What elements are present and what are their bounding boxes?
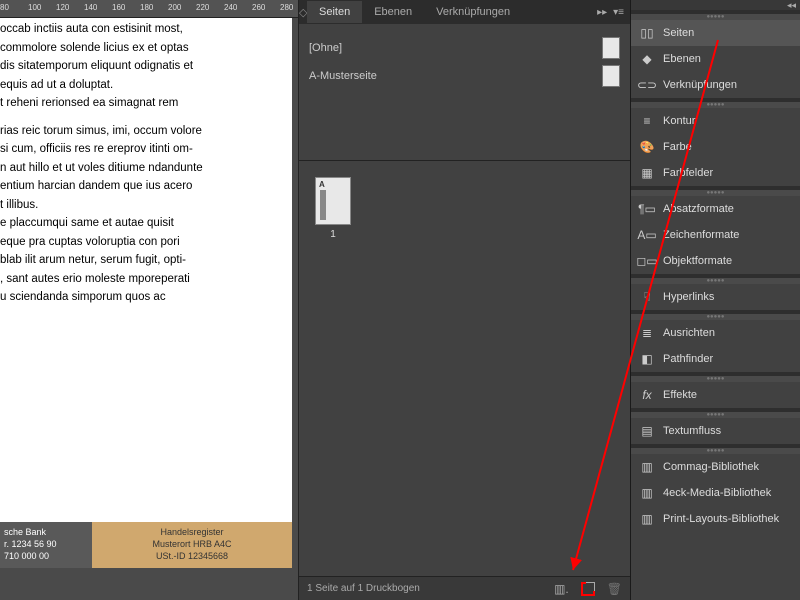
- master-none[interactable]: [Ohne]: [309, 34, 620, 62]
- pages-section: A 1: [299, 161, 630, 256]
- master-thumb: [602, 37, 620, 59]
- dock-item-label: Kontur: [663, 115, 695, 127]
- wrap-icon: ▤: [639, 423, 655, 439]
- dock-farbe[interactable]: 🎨 Farbe: [631, 134, 800, 160]
- obj-icon: ◻▭: [639, 253, 655, 269]
- page-number-label: 1: [315, 229, 351, 240]
- lib-icon: ▥: [639, 485, 655, 501]
- dock-objekt[interactable]: ◻▭ Objektformate: [631, 248, 800, 274]
- master-thumb: [602, 65, 620, 87]
- page-thumbnail[interactable]: A: [315, 177, 351, 225]
- dock-4eck[interactable]: ▥ 4eck-Media-Bibliothek: [631, 480, 800, 506]
- dock-item-label: Objektformate: [663, 255, 732, 267]
- dock-farbfelder[interactable]: ▦ Farbfelder: [631, 160, 800, 186]
- panel-tab-cycle-icon[interactable]: ◇: [299, 6, 307, 19]
- dock-item-label: Textumfluss: [663, 425, 721, 437]
- tab-ebenen[interactable]: Ebenen: [362, 1, 424, 23]
- status-text: 1 Seite auf 1 Druckbogen: [307, 583, 420, 594]
- master-pages-section: [Ohne] A-Musterseite: [299, 24, 630, 100]
- dock-print[interactable]: ▥ Print-Layouts-Bibliothek: [631, 506, 800, 532]
- lib-icon: ▥: [639, 511, 655, 527]
- body-text[interactable]: t illibus.: [0, 198, 286, 214]
- page-footer: sche Bankr. 1234 56 90710 000 00 Handels…: [0, 522, 292, 568]
- dock-item-label: Ausrichten: [663, 327, 715, 339]
- char-icon: A▭: [639, 227, 655, 243]
- swatch-icon: ▦: [639, 165, 655, 181]
- layers-icon: ◆: [639, 51, 655, 67]
- master-a[interactable]: A-Musterseite: [309, 62, 620, 90]
- body-text[interactable]: dis sitatemporum eliquunt odignatis et: [0, 59, 286, 75]
- document-page[interactable]: occab inctiis auta con estisinit most, co…: [0, 18, 292, 568]
- dock-item-label: Verknüpfungen: [663, 79, 737, 91]
- stroke-icon: ≡: [639, 113, 655, 129]
- body-text[interactable]: n aut hillo et ut voles ditiume ndandunt…: [0, 161, 286, 177]
- dock-collapse-icon[interactable]: ◂◂: [631, 0, 800, 10]
- body-text[interactable]: equis ad ut a doluptat.: [0, 78, 286, 94]
- fx-icon: fx: [639, 387, 655, 403]
- new-page-icon[interactable]: [581, 582, 595, 596]
- dock-zeichen[interactable]: A▭ Zeichenformate: [631, 222, 800, 248]
- dock-kontur[interactable]: ≡ Kontur: [631, 108, 800, 134]
- dock-seiten[interactable]: ▯▯ Seiten: [631, 20, 800, 46]
- dock-ebenen[interactable]: ◆ Ebenen: [631, 46, 800, 72]
- dock-item-label: Print-Layouts-Bibliothek: [663, 513, 779, 525]
- pages-icon: ▯▯: [639, 25, 655, 41]
- delete-page-icon[interactable]: 🗑: [607, 582, 622, 596]
- hyper-icon: ☟: [639, 289, 655, 305]
- tab-seiten[interactable]: Seiten: [307, 1, 362, 23]
- body-text[interactable]: e placcumqui same et autae quisit: [0, 216, 286, 232]
- body-text[interactable]: blab ilit arum netur, serum fugit, opti-: [0, 253, 286, 269]
- dock-item-label: Commag-Bibliothek: [663, 461, 759, 473]
- dock-item-label: Ebenen: [663, 53, 701, 65]
- body-text[interactable]: t reheni rerionsed ea simagnat rem: [0, 96, 286, 112]
- color-icon: 🎨: [639, 139, 655, 155]
- right-dock: ◂◂ ●●●●●▯▯Seiten◆Ebenen⊂⊃Verknüpfungen●●…: [630, 0, 800, 600]
- horizontal-ruler: 80100120140160180200220240260280: [0, 0, 298, 18]
- dock-item-label: Effekte: [663, 389, 697, 401]
- panel-tabs: ◇ SeitenEbenenVerknüpfungen ▸▸ ▾≡: [299, 0, 630, 24]
- dock-absatz[interactable]: ¶▭ Absatzformate: [631, 196, 800, 222]
- dock-item-label: 4eck-Media-Bibliothek: [663, 487, 771, 499]
- body-text[interactable]: entium harcian dandem que ius acero: [0, 179, 286, 195]
- dock-verkn[interactable]: ⊂⊃ Verknüpfungen: [631, 72, 800, 98]
- dock-item-label: Farbe: [663, 141, 692, 153]
- body-text[interactable]: , sant autes erio moleste mporeperati: [0, 272, 286, 288]
- dock-item-label: Seiten: [663, 27, 694, 39]
- dock-commag[interactable]: ▥ Commag-Bibliothek: [631, 454, 800, 480]
- para-icon: ¶▭: [639, 201, 655, 217]
- body-text[interactable]: eque pra cuptas voloruptia con pori: [0, 235, 286, 251]
- dock-item-label: Hyperlinks: [663, 291, 714, 303]
- tab-verknüpfungen[interactable]: Verknüpfungen: [424, 1, 522, 23]
- body-text[interactable]: rias reic torum simus, imi, occum volore: [0, 124, 286, 140]
- panel-menu-icon[interactable]: ▾≡: [613, 7, 624, 18]
- align-icon: ≣: [639, 325, 655, 341]
- body-text[interactable]: occab inctiis auta con estisinit most,: [0, 22, 286, 38]
- dock-txt[interactable]: ▤ Textumfluss: [631, 418, 800, 444]
- dock-item-label: Pathfinder: [663, 353, 713, 365]
- dock-item-label: Zeichenformate: [663, 229, 739, 241]
- dock-item-label: Absatzformate: [663, 203, 734, 215]
- dock-hyper[interactable]: ☟ Hyperlinks: [631, 284, 800, 310]
- dock-ausr[interactable]: ≣ Ausrichten: [631, 320, 800, 346]
- pages-panel: ◇ SeitenEbenenVerknüpfungen ▸▸ ▾≡ [Ohne]…: [298, 0, 630, 600]
- body-text[interactable]: si cum, officiis res re ereprov itinti o…: [0, 142, 286, 158]
- lib-icon: ▥: [639, 459, 655, 475]
- body-text[interactable]: commolore solende licius ex et optas: [0, 41, 286, 57]
- dock-eff[interactable]: fx Effekte: [631, 382, 800, 408]
- panel-status-bar: 1 Seite auf 1 Druckbogen ▥. 🗑: [299, 576, 630, 600]
- panel-collapse-icon[interactable]: ▸▸: [597, 7, 607, 18]
- dock-path[interactable]: ◧ Pathfinder: [631, 346, 800, 372]
- pathfinder-icon: ◧: [639, 351, 655, 367]
- edit-page-icon[interactable]: ▥.: [554, 582, 569, 596]
- document-area: 80100120140160180200220240260280 occab i…: [0, 0, 298, 600]
- body-text[interactable]: u scienda­nda simporum quos ac: [0, 290, 286, 306]
- dock-item-label: Farbfelder: [663, 167, 713, 179]
- links-icon: ⊂⊃: [639, 77, 655, 93]
